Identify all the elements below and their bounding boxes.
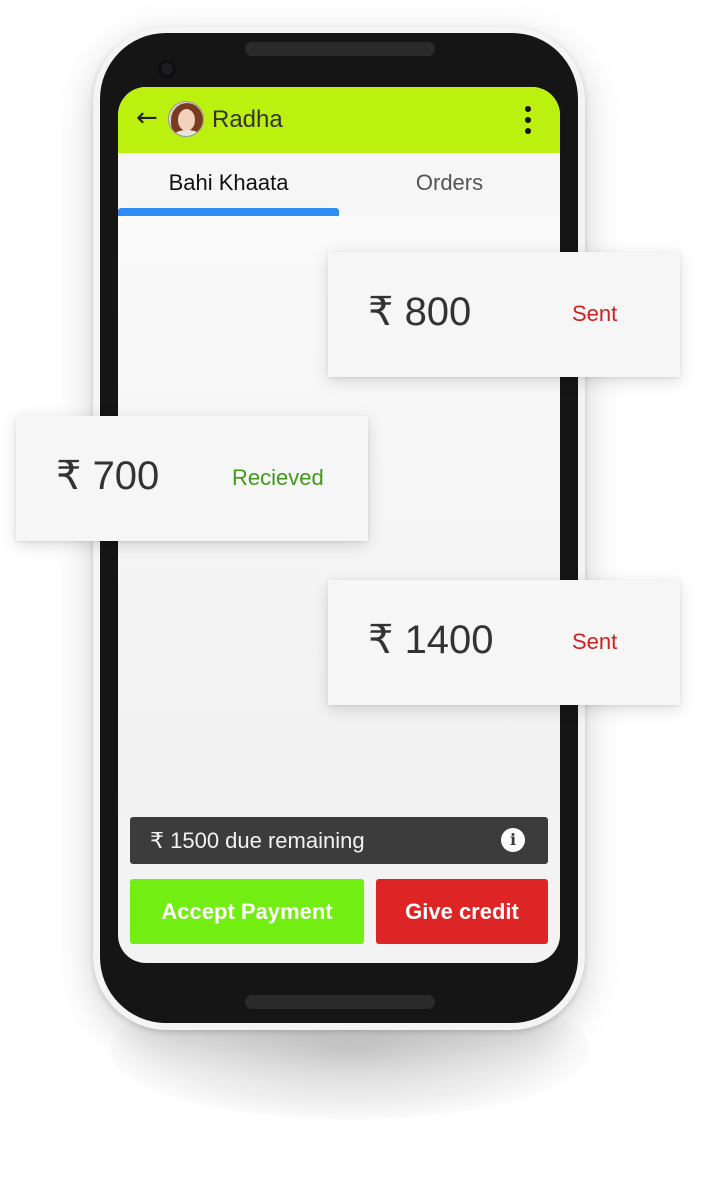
transaction-status: Recieved [232,465,324,490]
transaction-amount: ₹ 700 [56,454,160,498]
arrow-left-icon[interactable]: ← [136,103,158,133]
camera-icon [158,60,176,78]
due-text: ₹ 1500 due remaining [150,828,365,853]
speaker-bottom [245,995,435,1009]
transaction-card[interactable]: ₹ 700 Recieved [16,416,368,541]
transaction-amount: ₹ 800 [368,290,472,334]
contact-name: Radha [212,106,283,133]
speaker-top [245,42,435,56]
transaction-card[interactable]: ₹ 1400 Sent [328,580,680,705]
tab-bar: Bahi Khaata Orders [118,153,560,216]
info-icon[interactable]: i [501,828,525,852]
tab-indicator [118,208,339,216]
transaction-amount: ₹ 1400 [368,618,494,662]
transaction-status: Sent [572,301,618,326]
accept-payment-button[interactable]: Accept Payment [130,879,364,944]
tab-bahi-khaata[interactable]: Bahi Khaata [118,153,339,216]
app-bar: ← Radha [118,87,560,153]
avatar[interactable] [168,101,204,137]
give-credit-button[interactable]: Give credit [376,879,548,944]
transaction-status: Sent [572,629,618,654]
transaction-card[interactable]: ₹ 800 Sent [328,252,680,377]
due-banner: ₹ 1500 due remaining i [130,817,548,864]
tab-orders[interactable]: Orders [339,153,560,216]
more-vert-icon[interactable] [523,106,533,136]
